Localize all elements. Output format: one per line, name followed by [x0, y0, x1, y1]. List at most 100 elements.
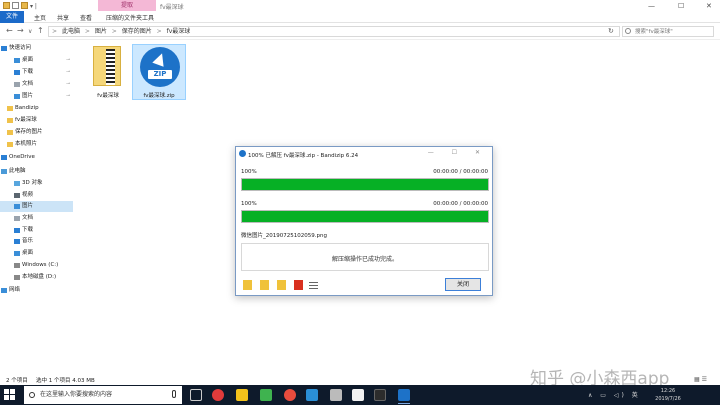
pin-icon: ⊸: [66, 57, 71, 63]
app-dark-icon[interactable]: [374, 389, 386, 401]
dialog-close-button[interactable]: 关闭: [445, 278, 481, 291]
sidebar-item[interactable]: 本机照片: [0, 139, 73, 150]
sidebar-item-label: 文档: [22, 81, 34, 87]
close-window-button[interactable]: ✕: [706, 2, 712, 10]
quick-access-new-folder-icon[interactable]: [21, 2, 28, 9]
sidebar-item-label: OneDrive: [9, 154, 35, 160]
sidebar-item[interactable]: 文档 ⊸: [0, 79, 73, 90]
breadcrumb-saved-pictures[interactable]: 保存的图片: [122, 28, 152, 35]
forward-arrow-icon[interactable]: →: [17, 26, 24, 35]
back-arrow-icon[interactable]: ←: [6, 26, 13, 35]
sidebar-item[interactable]: 桌面: [0, 248, 73, 259]
search-input[interactable]: 搜索"fv最深球": [622, 26, 714, 37]
pin-icon: ⊸: [66, 69, 71, 75]
recent-locations-chevron-icon[interactable]: ∨: [28, 28, 32, 35]
app-grey-icon[interactable]: [330, 389, 342, 401]
open-folder-icon[interactable]: [243, 280, 252, 290]
sidebar-item-label: Bandizip: [15, 105, 39, 111]
address-bar[interactable]: > 此电脑 > 图片 > 保存的图片 > fv最深球: [48, 26, 620, 37]
sidebar-item[interactable]: 桌面 ⊸: [0, 55, 73, 66]
video-icon: [14, 193, 20, 198]
sidebar-item[interactable]: fv最深球: [0, 115, 73, 126]
sidebar-item[interactable]: 下载 ⊸: [0, 67, 73, 78]
quick-access-customize-icon[interactable]: ▾ |: [30, 3, 37, 10]
tab-home[interactable]: 主页: [34, 13, 46, 22]
sidebar-item[interactable]: 保存的图片: [0, 127, 73, 138]
sidebar-item-label: 快速访问: [9, 45, 32, 51]
picture-icon: [14, 204, 20, 209]
clock-time: 12:26: [660, 388, 676, 394]
sidebar-item-label: 桌面: [22, 57, 34, 63]
sidebar-item[interactable]: 网络: [0, 285, 73, 296]
open-file-icon[interactable]: [260, 280, 269, 290]
sidebar-item[interactable]: 本地磁盘 (D:): [0, 272, 73, 283]
drive-icon: [14, 263, 20, 268]
sidebar-item-label: 视频: [22, 192, 34, 198]
sidebar-item[interactable]: 3D 对象: [0, 178, 73, 189]
context-tab-extract[interactable]: 提取: [98, 0, 156, 11]
view-toggle-icons[interactable]: ▦ ☰: [694, 376, 707, 383]
microphone-icon[interactable]: [172, 390, 176, 398]
file-item-folder[interactable]: fv最深球: [88, 44, 128, 100]
copy-icon[interactable]: [277, 280, 286, 290]
tab-compressed-folder-tools[interactable]: 压缩的文件夹工具: [106, 13, 154, 22]
zip-bolt-shape: [152, 51, 168, 67]
sidebar-item[interactable]: Bandizip: [0, 103, 73, 114]
window-title: fv最深球: [160, 4, 184, 11]
sidebar-item-label: 图片: [22, 203, 34, 209]
file-item-zip[interactable]: ZIP fv最深球.zip: [132, 44, 186, 100]
bandizip-taskbar-icon[interactable]: [398, 389, 410, 404]
tab-view[interactable]: 查看: [80, 13, 92, 22]
sidebar-item-label: 保存的图片: [15, 129, 43, 135]
progress-fill-total: [242, 179, 488, 190]
progress-fill-file: [242, 211, 488, 222]
sidebar-item[interactable]: 图片 ⊸: [0, 91, 73, 102]
breadcrumb-this-pc[interactable]: 此电脑: [62, 28, 80, 35]
sidebar-item[interactable]: 图片: [0, 201, 73, 212]
sidebar-item[interactable]: 此电脑: [0, 166, 73, 177]
status-selection: 选中 1 个项目 4.03 MB: [36, 378, 95, 384]
sidebar-item[interactable]: OneDrive: [0, 152, 73, 163]
tab-share[interactable]: 共享: [57, 13, 69, 22]
task-view-icon[interactable]: [190, 389, 202, 401]
yandex-browser-icon[interactable]: [212, 389, 224, 401]
clock[interactable]: 12:26 2019/7/26: [640, 387, 696, 403]
quick-access-folder-icon[interactable]: [3, 2, 10, 9]
sidebar-item[interactable]: 音乐: [0, 236, 73, 247]
app-red-icon[interactable]: [284, 389, 296, 401]
breadcrumb-current-folder[interactable]: fv最深球: [167, 28, 191, 35]
breadcrumb-pictures[interactable]: 图片: [95, 28, 107, 35]
sidebar-item-label: 桌面: [22, 250, 34, 256]
sidebar-item-label: 本机照片: [15, 141, 38, 147]
photos-icon[interactable]: [352, 389, 364, 401]
maximize-button[interactable]: ☐: [678, 2, 684, 10]
document-icon: [14, 82, 20, 87]
sidebar-item-label: 网络: [9, 287, 21, 293]
start-windows-icon[interactable]: [4, 389, 16, 401]
sidebar-item-label: 文档: [22, 215, 34, 221]
delete-archive-icon[interactable]: [294, 280, 303, 290]
sidebar-item[interactable]: 文档: [0, 213, 73, 224]
bandizip-zip-icon: ZIP: [140, 47, 180, 87]
file-explorer-icon[interactable]: [236, 389, 248, 401]
progress-time-total: 00:00:00 / 00:00:00: [433, 169, 488, 175]
extract-progress-dialog: 100% 已解压 fv最深球.zip - Bandizip 6.24 — ☐ ✕…: [235, 146, 493, 296]
up-arrow-icon[interactable]: ↑: [37, 26, 44, 35]
refresh-icon[interactable]: ↻: [608, 27, 614, 35]
sidebar-item[interactable]: Windows (C:): [0, 260, 73, 271]
quick-access-properties-icon[interactable]: [12, 2, 19, 9]
sidebar-item-label: 下载: [22, 227, 34, 233]
tab-file[interactable]: 文件: [0, 11, 24, 23]
sidebar-item[interactable]: 下载: [0, 225, 73, 236]
dialog-window-controls[interactable]: — ☐ ✕: [428, 149, 488, 156]
app-blue-icon[interactable]: [306, 389, 318, 401]
sidebar-item[interactable]: 视频: [0, 190, 73, 201]
sidebar-item[interactable]: 快速访问: [0, 43, 73, 54]
minimize-button[interactable]: —: [648, 2, 655, 10]
wechat-icon[interactable]: [260, 389, 272, 401]
network-icon: [1, 288, 7, 293]
menu-icon[interactable]: [309, 282, 318, 289]
system-tray-icons[interactable]: ∧ ▭ ◁) 英: [588, 390, 641, 399]
taskbar-search-input[interactable]: 在这里输入你要搜索的内容: [24, 386, 182, 404]
sidebar-item-label: fv最深球: [15, 117, 37, 123]
